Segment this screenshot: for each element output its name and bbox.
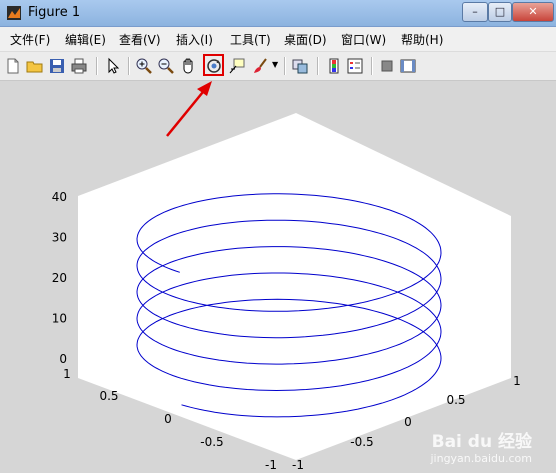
minimize-button[interactable]: –	[462, 2, 488, 22]
save-icon[interactable]	[48, 57, 66, 75]
figure-toolbar: ▼	[0, 52, 556, 81]
toolbar-separator	[317, 57, 319, 75]
z-tick-label: 30	[52, 231, 67, 245]
y-tick-label: 1	[513, 374, 521, 388]
print-icon[interactable]	[70, 57, 88, 75]
rotate-tool-highlight-box	[203, 54, 224, 76]
new-figure-icon[interactable]	[4, 57, 22, 75]
y-tick-label: 0.5	[446, 393, 465, 407]
x-tick-label: 1	[63, 367, 71, 381]
x-tick-label: -1	[265, 458, 277, 472]
toolbar-separator	[96, 57, 98, 75]
title-bar: Figure 1 – □ ✕	[0, 0, 556, 27]
y-tick-label: -0.5	[350, 435, 373, 449]
x-tick-label: 0.5	[99, 389, 118, 403]
menu-edit[interactable]: 编辑(E)	[65, 31, 106, 48]
zoom-in-icon[interactable]	[135, 57, 153, 75]
toolbar-separator	[128, 57, 130, 75]
menu-desktop[interactable]: 桌面(D)	[284, 31, 327, 48]
menu-tools[interactable]: 工具(T)	[230, 31, 271, 48]
zoom-out-icon[interactable]	[157, 57, 175, 75]
close-button[interactable]: ✕	[512, 2, 554, 22]
toolbar-separator	[284, 57, 286, 75]
maximize-button[interactable]: □	[488, 2, 512, 22]
legend-icon[interactable]	[346, 57, 364, 75]
window-title: Figure 1	[28, 5, 81, 20]
plot-canvas[interactable]: 0 10 20 30 40 1 0.5 0 -0.5 -1 -1 -0.5 0 0.5 1	[0, 81, 556, 473]
menu-bar: 文件(F) 编辑(E) 查看(V) 插入(I) 工具(T) 桌面(D) 窗口(W…	[0, 27, 556, 52]
toolbar-separator	[371, 57, 373, 75]
brush-icon[interactable]	[252, 57, 270, 75]
menu-window[interactable]: 窗口(W)	[341, 31, 386, 48]
axes-box	[78, 113, 511, 460]
z-tick-label: 0	[59, 352, 67, 366]
colorbar-icon[interactable]	[325, 57, 343, 75]
x-tick-label: 0	[164, 412, 172, 426]
watermark-url: jingyan.baidu.com	[430, 452, 532, 465]
menu-insert[interactable]: 插入(I)	[176, 31, 213, 48]
brush-dropdown-arrow[interactable]: ▼	[272, 60, 278, 69]
menu-help[interactable]: 帮助(H)	[401, 31, 443, 48]
show-plot-tools-icon[interactable]	[399, 57, 417, 75]
edit-plot-arrow-icon[interactable]	[104, 57, 122, 75]
menu-file[interactable]: 文件(F)	[10, 31, 50, 48]
matlab-figure-icon	[7, 6, 21, 20]
data-cursor-icon[interactable]	[228, 57, 246, 75]
y-tick-label: 0	[404, 415, 412, 429]
link-plot-icon[interactable]	[291, 57, 309, 75]
x-tick-label: -0.5	[200, 435, 223, 449]
z-tick-label: 20	[52, 271, 67, 285]
baidu-watermark: Bai du 经验 jingyan.baidu.com	[430, 427, 532, 465]
pan-hand-icon[interactable]	[180, 57, 198, 75]
annotation-arrow	[166, 81, 212, 137]
open-file-icon[interactable]	[26, 57, 44, 75]
z-tick-label: 10	[52, 312, 67, 326]
hide-plot-tools-icon[interactable]	[378, 57, 396, 75]
menu-view[interactable]: 查看(V)	[119, 31, 161, 48]
watermark-logo-text: Bai du 经验	[431, 432, 532, 452]
z-tick-label: 40	[52, 190, 67, 204]
y-tick-label: -1	[292, 458, 304, 472]
